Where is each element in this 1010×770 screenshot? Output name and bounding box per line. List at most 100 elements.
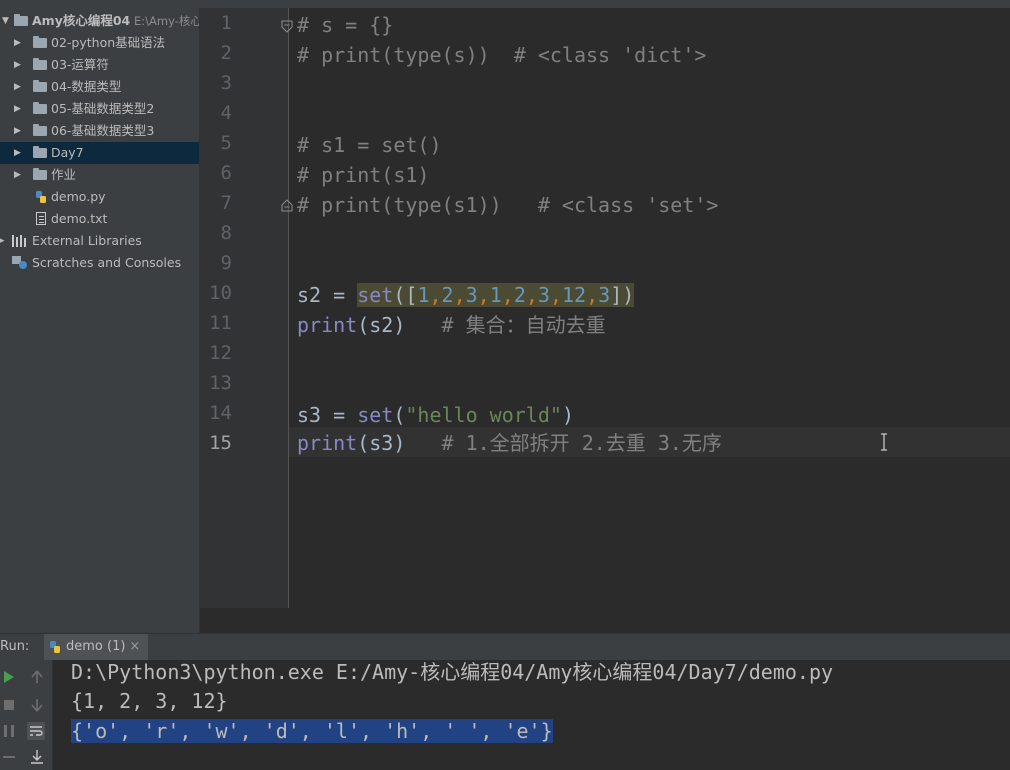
run-tool-window-header: Run: demo (1) × — [0, 633, 1010, 660]
pause-icon[interactable] — [0, 722, 18, 740]
arrow-up-icon[interactable] — [28, 668, 46, 686]
tree-item-label: demo.txt — [51, 211, 108, 226]
tree-item-label: 05-基础数据类型2 — [51, 101, 155, 116]
text-file-icon — [36, 212, 46, 225]
folder-icon — [33, 168, 47, 180]
tree-item-label: 06-基础数据类型3 — [51, 123, 155, 138]
fold-end-icon[interactable] — [280, 198, 294, 212]
line-number: 11 — [209, 312, 232, 334]
tree-item-demo-txt[interactable]: demo.txt — [0, 208, 199, 230]
code-token-number: 1 — [489, 283, 502, 307]
python-file-icon — [36, 191, 46, 203]
line-number: 5 — [220, 132, 232, 154]
tree-item-demo-py[interactable]: demo.py — [0, 186, 199, 208]
tree-root-path: E:\Amy-核心 — [134, 14, 200, 28]
settings-icon[interactable] — [0, 748, 18, 766]
folder-icon — [33, 80, 47, 92]
tree-item-05[interactable]: ▶ 05-基础数据类型2 — [0, 98, 199, 120]
console-output-line: {1, 2, 3, 12} — [71, 689, 228, 713]
stop-icon[interactable] — [0, 696, 18, 714]
rerun-icon[interactable] — [0, 668, 18, 686]
code-token-number: 2 — [441, 283, 454, 307]
code-line-11: print(s2) # 集合：自动去重 — [297, 310, 606, 340]
tree-item-external-libraries[interactable]: ▸ External Libraries — [0, 230, 199, 252]
code-line-2: # print(type(s)) # <class 'dict'> — [297, 43, 707, 67]
console-command-line: D:\Python3\python.exe E:/Amy-核心编程04/Amy核… — [71, 660, 834, 684]
tree-item-homework[interactable]: ▶ 作业 — [0, 164, 199, 186]
code-token-builtin: set — [357, 403, 394, 427]
code-line-10: s2 = set([1,2,3,1,2,3,12,3]) — [297, 280, 635, 310]
folder-icon — [33, 102, 47, 114]
soft-wrap-icon[interactable] — [27, 722, 45, 740]
folder-icon — [33, 124, 47, 136]
code-token-builtin: print — [297, 313, 358, 337]
code-token-comment: # 1.全部拆开 2.去重 3.无序 — [441, 431, 722, 455]
code-token: ]) — [610, 283, 635, 307]
code-token-comma: , — [501, 283, 514, 307]
code-token-comma: , — [549, 283, 562, 307]
tree-item-label: demo.py — [51, 189, 106, 204]
collapse-arrow-icon[interactable]: ▶ — [14, 98, 21, 120]
project-panel: ▼ Amy核心编程04 E:\Amy-核心 ▶ 02-python基础语法 ▶ … — [0, 8, 200, 633]
tree-item-04[interactable]: ▶ 04-数据类型 — [0, 76, 199, 98]
line-number: 14 — [209, 402, 232, 424]
line-number: 6 — [220, 162, 232, 184]
expand-arrow-icon[interactable]: ▼ — [2, 10, 9, 32]
text-cursor-icon — [881, 433, 887, 451]
code-token-number: 3 — [537, 283, 550, 307]
close-tab-icon[interactable]: × — [129, 639, 140, 654]
folder-icon — [33, 146, 47, 158]
run-tab-label: demo (1) — [66, 639, 126, 654]
code-token-number: 1 — [417, 283, 430, 307]
line-number-current: 15 — [209, 432, 232, 454]
code-token-comma: , — [525, 283, 538, 307]
tree-item-06[interactable]: ▶ 06-基础数据类型3 — [0, 120, 199, 142]
collapse-arrow-icon[interactable]: ▶ — [14, 164, 21, 186]
line-number: 13 — [209, 372, 232, 394]
tree-item-label: 02-python基础语法 — [51, 35, 166, 50]
code-token: ([ — [393, 283, 418, 307]
scratches-icon — [12, 256, 27, 269]
line-number: 10 — [209, 282, 232, 304]
code-token-comment: # 集合：自动去重 — [441, 313, 606, 337]
collapse-arrow-icon[interactable]: ▶ — [14, 120, 21, 142]
code-token-string: "hello world" — [405, 403, 562, 427]
tree-item-03[interactable]: ▶ 03-运算符 — [0, 54, 199, 76]
editor-gutter — [200, 8, 289, 608]
code-line-6: # print(s1) — [297, 163, 430, 187]
highlighted-expression: set([1,2,3,1,2,3,12,3]) — [357, 283, 635, 307]
run-toolbar — [0, 660, 53, 770]
arrow-down-icon[interactable] — [28, 696, 46, 714]
editor-bottom-area — [200, 608, 1010, 633]
python-run-icon — [50, 641, 60, 653]
tree-item-label: Scratches and Consoles — [32, 255, 182, 270]
tree-root[interactable]: ▼ Amy核心编程04 E:\Amy-核心 — [0, 10, 199, 32]
code-token-comma: , — [586, 283, 599, 307]
code-token: s2 = — [297, 283, 358, 307]
line-number: 9 — [220, 252, 232, 274]
code-line-7: # print(type(s1)) # <class 'set'> — [297, 193, 719, 217]
line-number: 2 — [220, 42, 232, 64]
tree-item-label: External Libraries — [32, 233, 142, 248]
collapse-arrow-icon[interactable]: ▶ — [14, 76, 21, 98]
tree-item-label: 04-数据类型 — [51, 79, 122, 94]
code-token-builtin: print — [297, 431, 358, 455]
collapse-arrow-icon[interactable]: ▶ — [14, 32, 21, 54]
line-number: 8 — [220, 222, 232, 244]
fold-start-icon[interactable] — [280, 20, 294, 34]
tree-item-scratches[interactable]: Scratches and Consoles — [0, 252, 199, 274]
scroll-to-end-icon[interactable] — [28, 748, 46, 766]
code-token-number: 3 — [598, 283, 611, 307]
tree-item-02-python[interactable]: ▶ 02-python基础语法 — [0, 32, 199, 54]
collapse-arrow-icon[interactable]: ▶ — [14, 142, 21, 164]
code-token-comma: , — [429, 283, 442, 307]
code-token: s3 = — [297, 403, 358, 427]
code-token-builtin: set — [357, 283, 394, 307]
folder-icon — [33, 58, 47, 70]
tree-item-day7[interactable]: ▶ Day7 — [0, 142, 199, 164]
code-token: (s2) — [357, 313, 442, 337]
line-number: 4 — [220, 102, 232, 124]
run-label: Run: — [0, 639, 30, 654]
collapse-arrow-icon[interactable]: ▸ — [0, 230, 5, 252]
collapse-arrow-icon[interactable]: ▶ — [14, 54, 21, 76]
